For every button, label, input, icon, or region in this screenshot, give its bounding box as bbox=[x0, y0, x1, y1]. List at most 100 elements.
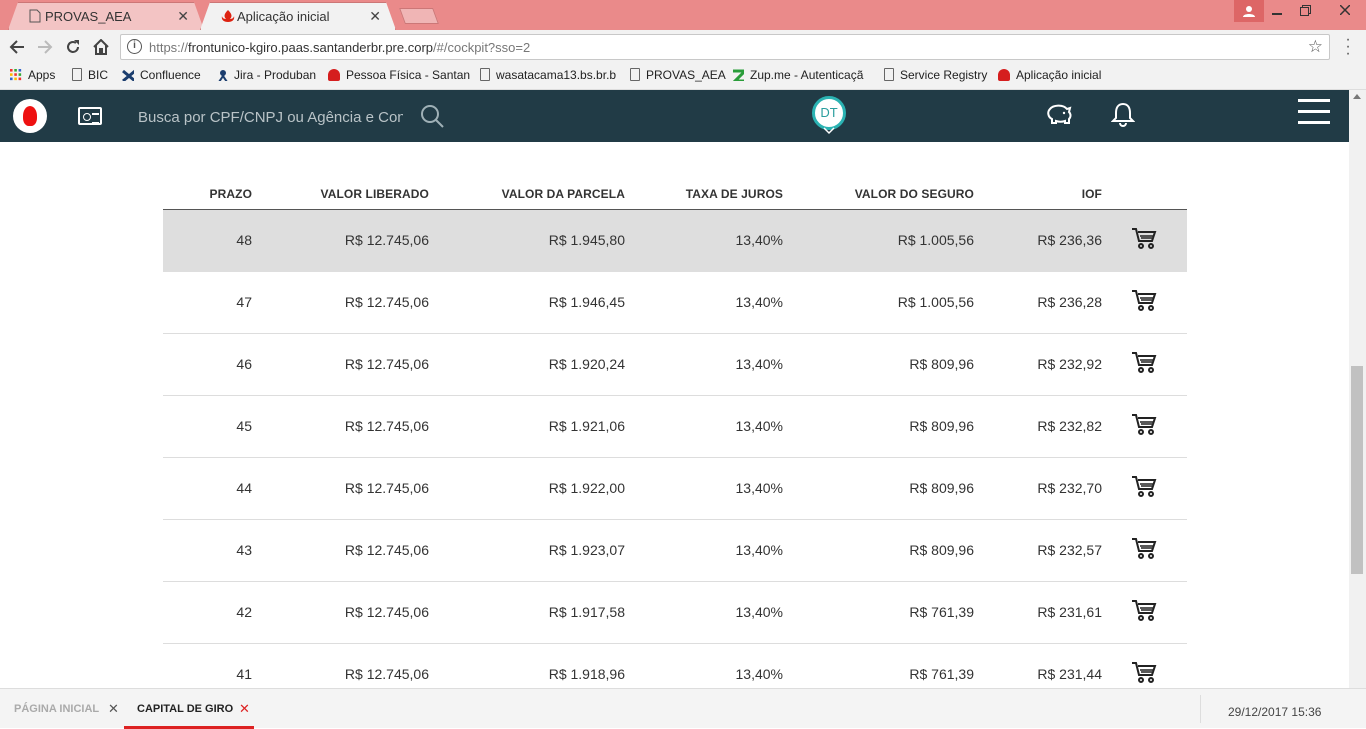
table-row[interactable]: 44 R$ 12.745,06 R$ 1.922,00 13,40% R$ 809,96… bbox=[163, 458, 1187, 520]
chevron-down-icon[interactable] bbox=[823, 127, 835, 135]
cell-prazo: 42 bbox=[236, 604, 252, 620]
footer-tab-capital-de-giro[interactable]: CAPITAL DE GIRO bbox=[137, 703, 233, 715]
bookmark-label: Jira - Produban bbox=[234, 68, 317, 82]
column-header-valor-liberado: VALOR LIBERADO bbox=[320, 187, 429, 201]
cell-prazo: 47 bbox=[236, 294, 252, 310]
avatar[interactable]: DT bbox=[812, 96, 846, 130]
cart-icon[interactable] bbox=[1131, 599, 1157, 623]
bookmark-pessoa-fisica[interactable]: Pessoa Física - Santan bbox=[328, 68, 470, 82]
cell-taxa-juros: 13,40% bbox=[735, 356, 783, 372]
close-icon[interactable]: ✕ bbox=[369, 8, 381, 25]
bookmark-label: Aplicação inicial bbox=[1016, 68, 1102, 82]
back-icon[interactable] bbox=[6, 36, 28, 58]
tab-title: Aplicação inicial bbox=[237, 9, 330, 24]
jira-icon bbox=[218, 70, 228, 81]
cell-iof: R$ 231,44 bbox=[1037, 666, 1102, 682]
scroll-up-icon[interactable] bbox=[1353, 94, 1361, 99]
cell-taxa-juros: 13,40% bbox=[735, 604, 783, 620]
bookmark-wasatacama[interactable]: wasatacama13.bs.br.b bbox=[480, 68, 616, 82]
column-header-taxa-juros: TAXA DE JUROS bbox=[685, 187, 783, 201]
new-tab-button[interactable] bbox=[399, 8, 439, 24]
table-row[interactable]: 42 R$ 12.745,06 R$ 1.917,58 13,40% R$ 761,39… bbox=[163, 582, 1187, 644]
search-input[interactable] bbox=[138, 106, 403, 128]
cell-taxa-juros: 13,40% bbox=[735, 542, 783, 558]
cell-valor-seguro: R$ 761,39 bbox=[909, 666, 974, 682]
cart-icon[interactable] bbox=[1131, 289, 1157, 313]
home-icon[interactable] bbox=[90, 36, 112, 58]
table-row[interactable]: 41 R$ 12.745,06 R$ 1.918,96 13,40% R$ 761,39… bbox=[163, 644, 1187, 688]
bookmark-aplicacao[interactable]: Aplicação inicial bbox=[998, 68, 1101, 82]
bookmark-jira[interactable]: Jira - Produban bbox=[216, 68, 316, 82]
site-info-icon[interactable]: i bbox=[127, 39, 142, 54]
cell-iof: R$ 231,61 bbox=[1037, 604, 1102, 620]
window-close-icon[interactable] bbox=[1330, 0, 1360, 22]
simulation-table: PRAZO VALOR LIBERADO VALOR DA PARCELA TA… bbox=[163, 182, 1187, 688]
cart-icon[interactable] bbox=[1131, 227, 1157, 251]
restore-icon[interactable] bbox=[1290, 0, 1320, 22]
piggy-bank-icon[interactable] bbox=[1045, 102, 1073, 128]
cell-valor-seguro: R$ 809,96 bbox=[909, 418, 974, 434]
bookmark-confluence[interactable]: Confluence bbox=[122, 68, 201, 82]
column-header-prazo: PRAZO bbox=[209, 187, 252, 201]
santander-logo[interactable] bbox=[13, 99, 47, 133]
address-bar[interactable]: i https://frontunico-kgiro.paas.santande… bbox=[120, 34, 1330, 60]
vertical-scrollbar[interactable] bbox=[1349, 90, 1366, 688]
close-icon[interactable]: ✕ bbox=[177, 8, 189, 25]
cart-icon[interactable] bbox=[1131, 413, 1157, 437]
bookmark-bic[interactable]: BIC bbox=[72, 68, 108, 82]
browser-tab-aplicacao[interactable]: Aplicação inicial ✕ bbox=[200, 2, 396, 30]
cart-icon[interactable] bbox=[1131, 475, 1157, 499]
search-icon[interactable] bbox=[420, 104, 444, 128]
url-text[interactable]: https://frontunico-kgiro.paas.santanderb… bbox=[149, 40, 530, 55]
reload-icon[interactable] bbox=[62, 36, 84, 58]
cell-valor-liberado: R$ 12.745,06 bbox=[344, 604, 429, 620]
bookmark-zup[interactable]: Zup.me - Autenticaçã bbox=[732, 68, 863, 82]
cell-iof: R$ 232,57 bbox=[1037, 542, 1102, 558]
santander-flame-icon bbox=[221, 9, 233, 23]
cell-prazo: 45 bbox=[236, 418, 252, 434]
cell-prazo: 44 bbox=[236, 480, 252, 496]
cart-icon[interactable] bbox=[1131, 351, 1157, 375]
confluence-icon bbox=[122, 69, 134, 81]
browser-tab-strip: PROVAS_AEA ✕ Aplicação inicial ✕ bbox=[0, 0, 1366, 30]
bookmark-provas[interactable]: PROVAS_AEA bbox=[630, 68, 726, 82]
table-row[interactable]: 45 R$ 12.745,06 R$ 1.921,06 13,40% R$ 809,96… bbox=[163, 396, 1187, 458]
menu-dots-icon[interactable]: · · · bbox=[1344, 32, 1352, 62]
bookmark-label: BIC bbox=[88, 68, 109, 82]
url-host: frontunico-kgiro.paas.santanderbr.pre.co… bbox=[188, 40, 434, 55]
cell-iof: R$ 232,92 bbox=[1037, 356, 1102, 372]
hamburger-menu-icon[interactable] bbox=[1298, 99, 1330, 125]
cart-icon[interactable] bbox=[1131, 537, 1157, 561]
close-icon[interactable]: ✕ bbox=[108, 701, 119, 717]
table-row[interactable]: 47 R$ 12.745,06 R$ 1.946,45 13,40% R$ 1.005,… bbox=[163, 272, 1187, 334]
table-row[interactable]: 46 R$ 12.745,06 R$ 1.920,24 13,40% R$ 809,96… bbox=[163, 334, 1187, 396]
cart-icon[interactable] bbox=[1131, 661, 1157, 685]
cell-valor-seguro: R$ 809,96 bbox=[909, 542, 974, 558]
bookmark-apps[interactable]: Apps bbox=[10, 68, 55, 82]
page-icon bbox=[72, 68, 82, 81]
bookmark-star-icon[interactable]: ☆ bbox=[1308, 37, 1323, 57]
browser-tab-provas[interactable]: PROVAS_AEA ✕ bbox=[8, 2, 204, 30]
bookmarks-bar: Apps BIC Confluence Jira - Produban Pess… bbox=[0, 64, 1366, 90]
profile-icon[interactable] bbox=[1234, 0, 1264, 22]
table-row[interactable]: 48 R$ 12.745,06 R$ 1.945,80 13,40% R$ 1.005,… bbox=[163, 210, 1187, 272]
cell-valor-liberado: R$ 12.745,06 bbox=[344, 294, 429, 310]
id-card-icon[interactable] bbox=[78, 107, 102, 125]
bell-icon[interactable] bbox=[1111, 102, 1135, 128]
apps-grid-icon bbox=[10, 69, 22, 81]
url-path: /#/cockpit?sso=2 bbox=[433, 40, 531, 55]
close-icon[interactable]: ✕ bbox=[239, 701, 250, 717]
forward-icon[interactable] bbox=[34, 36, 56, 58]
table-row[interactable]: 43 R$ 12.745,06 R$ 1.923,07 13,40% R$ 809,96… bbox=[163, 520, 1187, 582]
cell-valor-liberado: R$ 12.745,06 bbox=[344, 542, 429, 558]
bookmark-service-registry[interactable]: Service Registry bbox=[884, 68, 987, 82]
column-header-valor-seguro: VALOR DO SEGURO bbox=[854, 187, 974, 201]
cell-taxa-juros: 13,40% bbox=[735, 418, 783, 434]
bookmark-label: wasatacama13.bs.br.b bbox=[496, 68, 617, 82]
cell-taxa-juros: 13,40% bbox=[735, 294, 783, 310]
minimize-icon[interactable] bbox=[1262, 0, 1292, 22]
footer-tab-pagina-inicial[interactable]: PÁGINA INICIAL bbox=[14, 703, 99, 715]
cell-valor-parcela: R$ 1.920,24 bbox=[548, 356, 625, 372]
column-header-iof: IOF bbox=[1081, 187, 1102, 201]
scrollbar-thumb[interactable] bbox=[1351, 366, 1363, 574]
